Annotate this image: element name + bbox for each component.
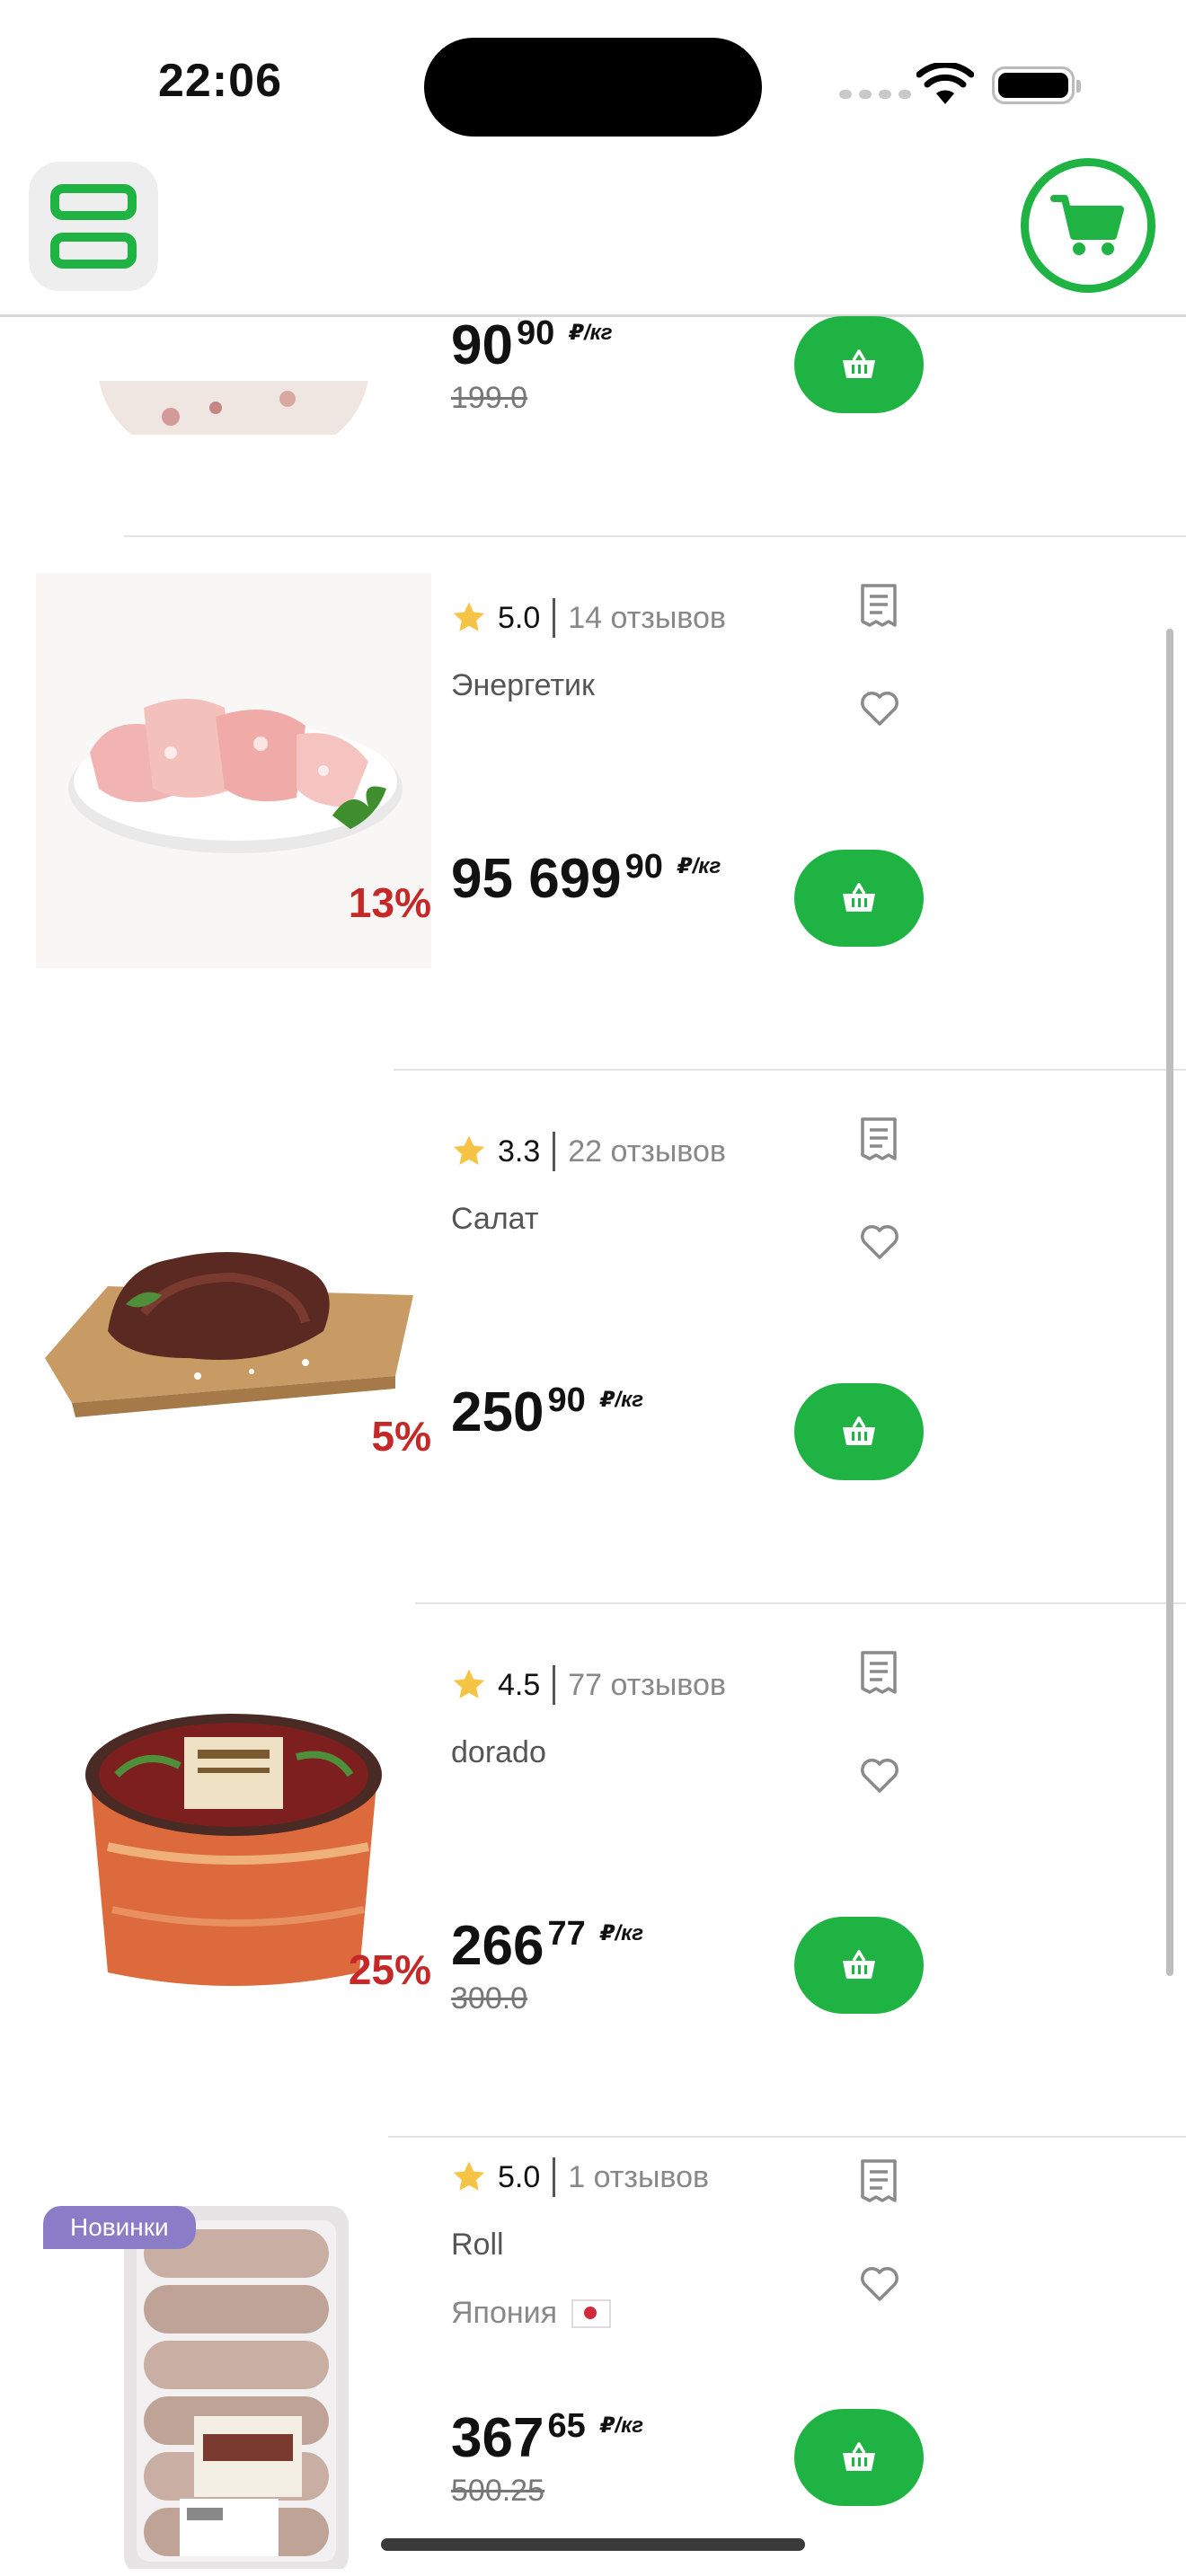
price-fraction: 90 (624, 848, 663, 886)
add-to-basket-button[interactable] (794, 1917, 924, 2014)
basket-icon (843, 883, 875, 912)
product-card[interactable]: 90 90 ₽/кг 199.0 (0, 316, 1186, 537)
heart-icon[interactable] (859, 2265, 900, 2303)
price-integer: 266 (451, 1915, 544, 1977)
product-price: 250 90 ₽/кг (451, 1381, 643, 1444)
rating-row: 5.0 1 отзывов (451, 2157, 709, 2197)
reviews-count[interactable]: 14 отзывов (568, 601, 726, 636)
price-unit: ₽/кг (599, 1388, 644, 1412)
product-card[interactable]: Новинки 5.0 1 отзывов Roll Япония 367 65… (0, 2138, 1186, 2576)
japan-flag-icon (571, 2298, 612, 2328)
rating-value: 5.0 (498, 600, 541, 635)
price-unit: ₽/кг (677, 854, 721, 878)
rating-separator (553, 598, 556, 638)
cart-button[interactable] (1021, 158, 1155, 293)
rating-separator (553, 1665, 556, 1705)
receipt-icon[interactable] (859, 1649, 898, 1696)
product-image (99, 381, 368, 435)
price-fraction: 90 (547, 1381, 586, 1419)
price-integer: 250 (451, 1381, 544, 1443)
product-price: 90 90 ₽/кг (451, 316, 613, 377)
product-card[interactable]: 5% 3.3 22 отзывов Салат 250 90 ₽/кг (0, 1071, 1186, 1604)
product-list[interactable]: 90 90 ₽/кг 199.0 13% 5.0 14 отзывов Энер… (0, 316, 1186, 2576)
discount-label: 25% (348, 1946, 431, 1993)
rating-separator (553, 2157, 556, 2197)
new-badge: Новинки (43, 2206, 196, 2249)
rating-value: 5.0 (498, 2159, 541, 2194)
battery-icon (992, 66, 1081, 104)
app-logo-button[interactable] (29, 162, 158, 291)
star-icon (453, 1135, 485, 1165)
receipt-icon[interactable] (859, 582, 898, 629)
product-card[interactable]: 13% 5.0 14 отзывов Энергетик 95 699 90 ₽… (0, 537, 1186, 1071)
product-price: 266 77 ₽/кг (451, 1915, 643, 1978)
add-to-basket-button[interactable] (794, 850, 924, 947)
basket-icon (843, 349, 875, 378)
price-integer: 367 (451, 2407, 544, 2469)
add-to-basket-button[interactable] (794, 1383, 924, 1480)
price-fraction: 77 (547, 1915, 586, 1953)
app-logo-icon (50, 184, 137, 220)
price-unit: ₽/кг (599, 2413, 644, 2438)
price-fraction: 65 (547, 2407, 586, 2445)
dynamic-island (424, 38, 762, 137)
home-indicator[interactable] (381, 2538, 805, 2551)
product-name[interactable]: Roll (451, 2228, 504, 2263)
status-time: 22:06 (158, 55, 282, 107)
country-row: Япония (451, 2296, 612, 2331)
rating-row: 5.0 14 отзывов (451, 598, 726, 638)
product-name[interactable]: Салат (451, 1202, 538, 1237)
product-price: 95 699 90 ₽/кг (451, 848, 721, 911)
list-scrollbar[interactable] (1166, 629, 1173, 1976)
reviews-count[interactable]: 77 отзывов (568, 1668, 726, 1703)
star-icon (453, 1669, 485, 1698)
receipt-icon[interactable] (859, 1116, 898, 1162)
country-name: Япония (451, 2296, 558, 2330)
star-icon (453, 2161, 485, 2191)
heart-icon[interactable] (859, 1757, 900, 1795)
cellular-signal-icon (839, 90, 911, 99)
price-unit: ₽/кг (569, 321, 613, 345)
price-integer: 95 699 (451, 848, 622, 910)
app-header (0, 153, 1186, 317)
rating-value: 3.3 (498, 1134, 541, 1169)
discount-label: 13% (348, 879, 431, 926)
rating-row: 4.5 77 отзывов (451, 1665, 726, 1705)
receipt-icon[interactable] (859, 2157, 898, 2204)
product-price: 367 65 ₽/кг (451, 2407, 643, 2470)
add-to-basket-button[interactable] (794, 2409, 924, 2506)
old-price: 500.25 (451, 2474, 544, 2508)
add-to-basket-button[interactable] (794, 316, 924, 413)
basket-icon (843, 1416, 875, 1445)
discount-label: 5% (371, 1413, 431, 1460)
basket-icon (843, 2442, 875, 2471)
reviews-count[interactable]: 1 отзывов (568, 2160, 709, 2195)
cart-icon (1050, 195, 1124, 255)
price-integer: 90 (451, 316, 513, 376)
wifi-icon (916, 63, 974, 104)
rating-separator (553, 1132, 556, 1171)
old-price: 199.0 (451, 381, 528, 415)
rating-value: 4.5 (498, 1667, 541, 1702)
reviews-count[interactable]: 22 отзывов (568, 1134, 726, 1169)
product-name[interactable]: dorado (451, 1735, 546, 1770)
product-card[interactable]: 25% 4.5 77 отзывов dorado 266 77 ₽/кг 30… (0, 1604, 1186, 2138)
price-unit: ₽/кг (599, 1921, 644, 1945)
product-name[interactable]: Энергетик (451, 668, 595, 703)
rating-row: 3.3 22 отзывов (451, 1132, 726, 1171)
heart-icon[interactable] (859, 690, 900, 728)
star-icon (453, 602, 485, 631)
basket-icon (843, 1950, 875, 1979)
heart-icon[interactable] (859, 1223, 900, 1261)
price-fraction: 90 (516, 316, 555, 352)
old-price: 300.0 (451, 1981, 528, 2016)
